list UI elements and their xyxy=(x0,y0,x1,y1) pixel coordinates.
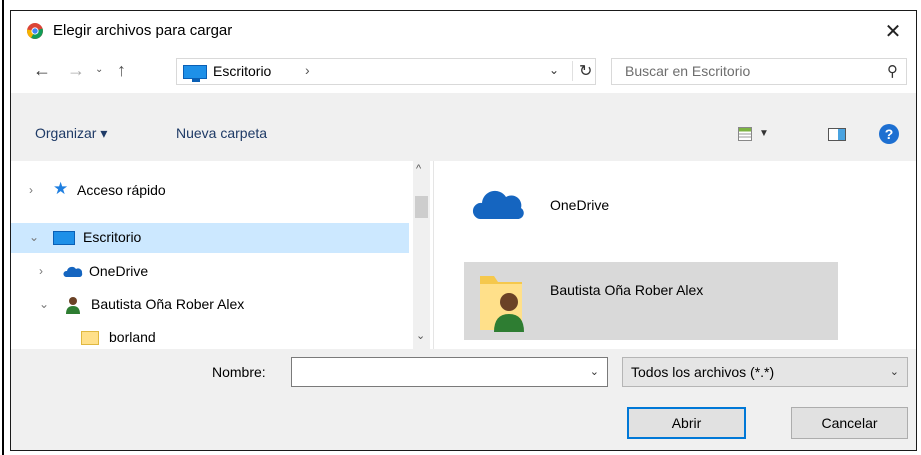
tree-item-desktop[interactable]: ⌄ Escritorio xyxy=(11,223,409,253)
filetype-select[interactable]: Todos los archivos (*.*) ⌄ xyxy=(622,357,908,387)
scroll-thumb[interactable] xyxy=(415,196,428,218)
user-folder-icon xyxy=(480,276,524,332)
desktop-icon xyxy=(53,231,75,245)
filetype-dropdown-icon[interactable]: ⌄ xyxy=(890,365,899,378)
breadcrumb-chevron-icon[interactable]: › xyxy=(305,62,310,78)
chevron-right-icon[interactable]: › xyxy=(39,264,43,278)
open-button[interactable]: Abrir xyxy=(627,407,746,439)
organize-button[interactable]: Organizar ▾ xyxy=(35,125,107,142)
cloud-icon xyxy=(472,190,524,219)
tree-item-onedrive[interactable]: › OneDrive xyxy=(11,257,409,287)
file-item-label: Bautista Oña Rober Alex xyxy=(550,282,704,298)
chevron-down-icon[interactable]: ⌄ xyxy=(39,297,49,311)
chevron-right-icon[interactable]: › xyxy=(29,183,33,197)
chevron-down-icon[interactable]: ⌄ xyxy=(29,230,39,244)
close-button[interactable]: ✕ xyxy=(870,11,916,51)
title-bar: Elegir archivos para cargar ✕ xyxy=(11,11,916,51)
command-bar: Organizar ▾ Nueva carpeta ▼ ? xyxy=(11,111,916,157)
back-arrow-icon[interactable]: ← xyxy=(33,60,51,81)
chrome-icon xyxy=(27,23,43,39)
tree-item-quick-access[interactable]: › ★ Acceso rápido xyxy=(11,176,409,206)
refresh-icon[interactable]: ↻ xyxy=(572,61,592,81)
address-bar[interactable]: Escritorio › ⌄ ↻ xyxy=(176,58,596,85)
filename-field[interactable]: ⌄ xyxy=(291,357,608,387)
tree-item-borland[interactable]: borland xyxy=(11,323,409,349)
search-placeholder: Buscar en Escritorio xyxy=(625,63,751,79)
file-item-label: OneDrive xyxy=(550,197,610,213)
search-icon[interactable]: ⚲ xyxy=(887,62,898,80)
up-arrow-icon[interactable]: ↑ xyxy=(117,60,126,81)
tree-scrollbar[interactable]: ^ ⌄ xyxy=(413,161,430,349)
filetype-value: Todos los archivos (*.*) xyxy=(631,364,775,380)
filename-input[interactable] xyxy=(296,359,580,387)
dialog-footer: Nombre: ⌄ Todos los archivos (*.*) ⌄ Abr… xyxy=(11,349,916,450)
tree-item-label: Escritorio xyxy=(83,229,142,245)
navigation-bar: ← → ⌄ ↑ Escritorio › ⌄ ↻ Buscar en Escri… xyxy=(11,51,916,93)
new-folder-button[interactable]: Nueva carpeta xyxy=(176,125,267,141)
file-open-dialog: Elegir archivos para cargar ✕ ← → ⌄ ↑ Es… xyxy=(10,10,917,451)
cloud-icon xyxy=(63,266,83,277)
window-border xyxy=(2,0,4,455)
file-list-pane: OneDrive Bautista Oña Rober Alex xyxy=(434,161,916,349)
filename-dropdown-icon[interactable]: ⌄ xyxy=(590,365,599,378)
help-icon[interactable]: ? xyxy=(879,124,899,144)
change-view-icon[interactable] xyxy=(738,127,752,141)
navigation-pane: › ★ Acceso rápido ⌄ Escritorio › OneDriv… xyxy=(11,161,434,349)
tree-item-label: OneDrive xyxy=(89,263,149,279)
forward-arrow-icon[interactable]: → xyxy=(67,60,85,81)
preview-pane-icon[interactable] xyxy=(828,128,846,141)
address-dropdown-icon[interactable]: ⌄ xyxy=(549,63,559,77)
dialog-title: Elegir archivos para cargar xyxy=(53,22,233,39)
scroll-down-icon[interactable]: ⌄ xyxy=(416,329,425,342)
tree-item-label: Bautista Oña Rober Alex xyxy=(91,296,245,312)
filename-label: Nombre: xyxy=(212,364,266,380)
desktop-icon xyxy=(183,65,207,82)
tree-item-label: Acceso rápido xyxy=(77,182,166,198)
background-window-edge xyxy=(0,0,10,455)
star-icon: ★ xyxy=(53,179,69,198)
cancel-button[interactable]: Cancelar xyxy=(791,407,908,439)
user-icon xyxy=(66,297,80,314)
address-location[interactable]: Escritorio xyxy=(213,63,271,79)
tree-item-user[interactable]: ⌄ Bautista Oña Rober Alex xyxy=(11,290,409,320)
tree-item-label: borland xyxy=(109,329,156,345)
folder-icon xyxy=(81,331,99,345)
close-icon: ✕ xyxy=(884,20,902,43)
file-item-user-folder[interactable]: Bautista Oña Rober Alex xyxy=(464,262,838,340)
scroll-up-icon[interactable]: ^ xyxy=(416,163,421,175)
file-item-onedrive[interactable]: OneDrive xyxy=(464,167,838,245)
search-input[interactable]: Buscar en Escritorio ⚲ xyxy=(611,58,907,85)
recent-locations-chevron-icon[interactable]: ⌄ xyxy=(95,64,103,75)
view-options-dropdown-icon[interactable]: ▼ xyxy=(759,128,769,139)
